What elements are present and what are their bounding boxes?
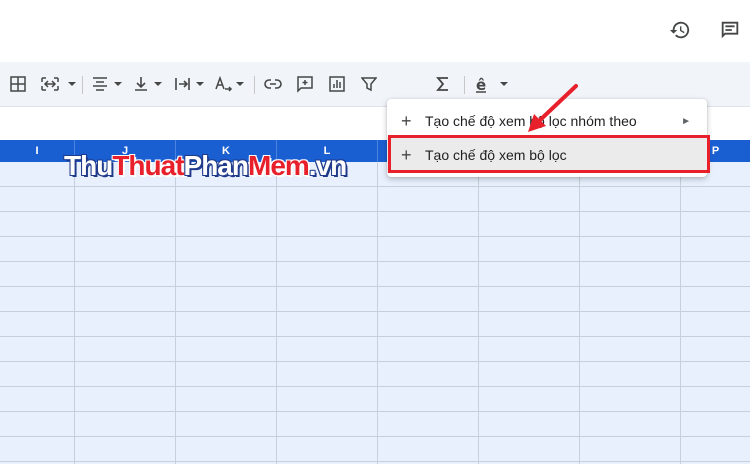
link-icon[interactable] [262,72,284,96]
align-horizontal-icon[interactable] [92,72,124,96]
watermark-logo: ThuThuatPhanMem.vn [64,150,347,181]
merge-cells-icon[interactable] [40,72,76,96]
align-vertical-icon[interactable] [134,72,164,96]
cell-grid[interactable] [0,162,750,464]
insert-chart-icon[interactable] [326,72,348,96]
borders-icon[interactable] [8,72,28,96]
plus-icon: + [401,111,412,131]
comment-icon[interactable] [716,16,744,44]
annotation-arrow-icon [528,84,578,132]
top-bar [0,0,750,62]
toolbar-separator [82,76,83,94]
filter-icon[interactable] [358,72,380,96]
functions-icon[interactable] [432,72,454,96]
input-tools-icon[interactable]: ê [474,72,510,96]
submenu-arrow-icon: ► [681,115,691,127]
history-icon[interactable] [666,16,694,44]
text-rotate-icon[interactable] [214,72,246,96]
add-comment-icon[interactable] [294,72,316,96]
toolbar-separator [464,76,465,94]
text-wrap-icon[interactable] [174,72,206,96]
toolbar-separator [254,76,255,94]
svg-text:ê: ê [476,76,486,93]
